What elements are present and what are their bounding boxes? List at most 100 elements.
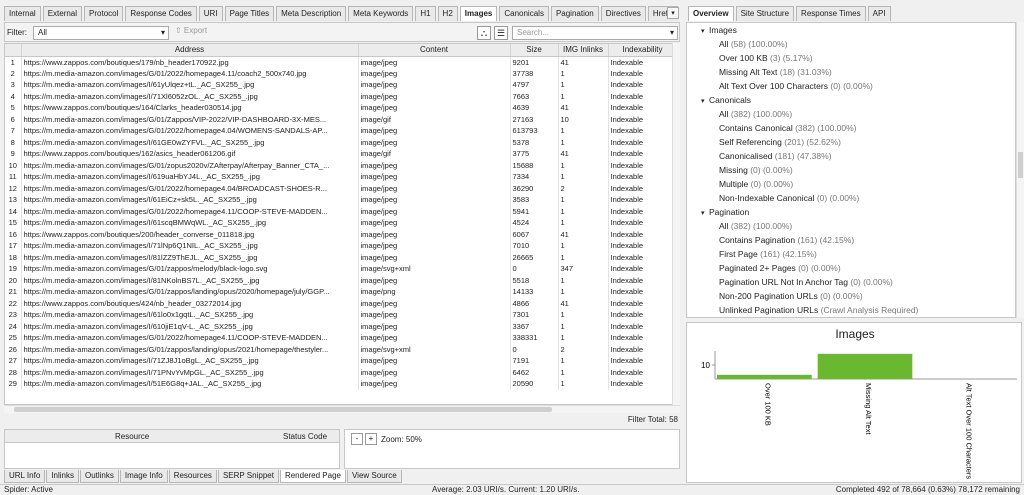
overview-item-over-100-kb[interactable]: Over 100 KB (3) (5.17%) — [687, 51, 1015, 65]
table-row[interactable]: 9 https://www.zappos.com/boutiques/162/as… — [5, 148, 678, 160]
tab-external[interactable]: External — [42, 6, 83, 21]
expand-triangle-icon[interactable]: ▾ — [701, 207, 709, 221]
table-row[interactable]: 15 https://m.media-amazon.com/images/I/61… — [5, 217, 678, 229]
zoom-in-icon[interactable]: + — [365, 433, 377, 445]
table-row[interactable]: 14 https://m.media-amazon.com/images/G/01… — [5, 205, 678, 217]
tab-uri[interactable]: URI — [198, 6, 223, 21]
table-row[interactable]: 22 https://www.zappos.com/boutiques/424/n… — [5, 297, 678, 309]
resource-column-header[interactable]: Resource — [115, 432, 149, 441]
table-row[interactable]: 24 https://m.media-amazon.com/images/I/61… — [5, 320, 678, 332]
table-row[interactable]: 19 https://m.media-amazon.com/images/G/01… — [5, 263, 678, 275]
filter-dropdown[interactable]: All ▾ — [33, 26, 169, 40]
column-header-size[interactable]: Size — [510, 44, 559, 57]
tab-overview[interactable]: Overview — [688, 6, 734, 21]
tab-h1[interactable]: H1 — [415, 6, 436, 21]
expand-triangle-icon[interactable]: ▾ — [701, 95, 709, 109]
expand-triangle-icon[interactable]: ▾ — [701, 25, 709, 39]
tab-url-info[interactable]: URL Info — [4, 470, 46, 483]
section-canonicals[interactable]: ▾ Canonicals — [687, 93, 1015, 107]
overview-item-self-referencing[interactable]: Self Referencing (201) (52.62%) — [687, 135, 1015, 149]
tab-inlinks[interactable]: Inlinks — [46, 470, 79, 483]
tab-internal[interactable]: Internal — [4, 6, 41, 21]
tab-serp-snippet[interactable]: SERP Snippet — [217, 470, 279, 483]
section-images[interactable]: ▾ Images — [687, 23, 1015, 37]
tab-view-source[interactable]: View Source — [346, 470, 402, 483]
tab-site-structure[interactable]: Site Structure — [735, 6, 795, 21]
tab-images[interactable]: Images — [459, 6, 498, 21]
tab-api[interactable]: API — [867, 6, 891, 21]
table-horizontal-scrollbar[interactable] — [4, 405, 680, 413]
table-row[interactable]: 20 https://m.media-amazon.com/images/I/81… — [5, 274, 678, 286]
table-row[interactable]: 27 https://m.media-amazon.com/images/I/71… — [5, 355, 678, 367]
scroll-thumb[interactable] — [14, 407, 552, 412]
overview-item-alt-text-over-100-characters[interactable]: Alt Text Over 100 Characters (0) (0.00%) — [687, 79, 1015, 93]
table-row[interactable]: 6 https://m.media-amazon.com/images/G/01/… — [5, 113, 678, 125]
overview-item-canonicalised[interactable]: Canonicalised (181) (47.38%) — [687, 149, 1015, 163]
scroll-thumb[interactable] — [1018, 152, 1023, 178]
overview-item-non-200-pagination-urls[interactable]: Non-200 Pagination URLs (0) (0.00%) — [687, 289, 1015, 303]
column-header-content[interactable]: Content — [358, 44, 511, 57]
overview-item-pagination-url-not-in-anchor-tag[interactable]: Pagination URL Not In Anchor Tag (0) (0.… — [687, 275, 1015, 289]
table-vertical-scrollbar[interactable] — [672, 43, 680, 405]
table-row[interactable]: 18 https://m.media-amazon.com/images/I/81… — [5, 251, 678, 263]
overview-item-missing[interactable]: Missing (0) (0.00%) — [687, 163, 1015, 177]
zoom-out-icon[interactable]: - — [351, 433, 363, 445]
overview-item-all[interactable]: All (58) (100.00%) — [687, 37, 1015, 51]
tree-view-icon[interactable]: ⛬ — [477, 26, 491, 40]
table-row[interactable]: 26 https://m.media-amazon.com/images/G/01… — [5, 343, 678, 355]
overview-scrollbar[interactable] — [1016, 22, 1024, 318]
overview-item-multiple[interactable]: Multiple (0) (0.00%) — [687, 177, 1015, 191]
export-button[interactable]: ⇧ Export — [175, 26, 207, 35]
overview-item-all[interactable]: All (382) (100.00%) — [687, 219, 1015, 233]
column-header-address[interactable]: Address — [21, 44, 359, 57]
tab-meta-keywords[interactable]: Meta Keywords — [348, 6, 414, 21]
overview-item-first-page[interactable]: First Page (161) (42.15%) — [687, 247, 1015, 261]
overview-item-missing-alt-text[interactable]: Missing Alt Text (18) (31.03%) — [687, 65, 1015, 79]
tab-response-codes[interactable]: Response Codes — [125, 6, 197, 21]
overview-item-contains-canonical[interactable]: Contains Canonical (382) (100.00%) — [687, 121, 1015, 135]
tab-response-times[interactable]: Response Times — [796, 6, 866, 21]
table-row[interactable]: 7 https://m.media-amazon.com/images/G/01/… — [5, 125, 678, 137]
search-input[interactable]: Search... ▾ — [512, 26, 678, 40]
overview-item-unlinked-pagination-urls[interactable]: Unlinked Pagination URLs (Crawl Analysis… — [687, 303, 1015, 317]
table-row[interactable]: 4 https://m.media-amazon.com/images/I/71X… — [5, 90, 678, 102]
tab-pagination[interactable]: Pagination — [550, 6, 599, 21]
overview-item-paginated-2-pages[interactable]: Paginated 2+ Pages (0) (0.00%) — [687, 261, 1015, 275]
section-pagination[interactable]: ▾ Pagination — [687, 205, 1015, 219]
status-code-column-header[interactable]: Status Code — [283, 432, 327, 441]
column-header-img-inlinks[interactable]: IMG Inlinks — [558, 44, 609, 57]
table-row[interactable]: 12 https://m.media-amazon.com/images/G/01… — [5, 182, 678, 194]
tab-resources[interactable]: Resources — [168, 470, 217, 483]
list-view-icon[interactable]: ☰ — [494, 26, 508, 40]
tab-overflow-chevron-icon[interactable]: ▾ — [667, 7, 679, 19]
table-row[interactable]: 23 https://m.media-amazon.com/images/I/61… — [5, 309, 678, 321]
table-row[interactable]: 29 https://m.media-amazon.com/images/I/51… — [5, 378, 678, 390]
tab-outlinks[interactable]: Outlinks — [79, 470, 119, 483]
tab-meta-description[interactable]: Meta Description — [276, 6, 347, 21]
table-row[interactable]: 17 https://m.media-amazon.com/images/I/71… — [5, 240, 678, 252]
table-row[interactable]: 28 https://m.media-amazon.com/images/I/71… — [5, 366, 678, 378]
table-row[interactable]: 13 https://m.media-amazon.com/images/I/61… — [5, 194, 678, 206]
tab-page-titles[interactable]: Page Titles — [224, 6, 275, 21]
column-header-index[interactable] — [5, 44, 22, 57]
tab-image-info[interactable]: Image Info — [119, 470, 168, 483]
table-row[interactable]: 10 https://m.media-amazon.com/images/G/01… — [5, 159, 678, 171]
tab-rendered-page[interactable]: Rendered Page — [279, 470, 346, 483]
column-header-indexability[interactable]: Indexability — [608, 44, 678, 57]
overview-item-non-indexable-canonical[interactable]: Non-Indexable Canonical (0) (0.00%) — [687, 191, 1015, 205]
table-row[interactable]: 3 https://m.media-amazon.com/images/I/61y… — [5, 79, 678, 91]
table-row[interactable]: 21 https://m.media-amazon.com/images/G/01… — [5, 286, 678, 298]
table-row[interactable]: 8 https://m.media-amazon.com/images/I/61G… — [5, 136, 678, 148]
tab-protocol[interactable]: Protocol — [84, 6, 124, 21]
table-row[interactable]: 16 https://www.zappos.com/boutiques/200/h… — [5, 228, 678, 240]
table-row[interactable]: 1 https://www.zappos.com/boutiques/179/nb… — [5, 56, 678, 68]
overview-item-all[interactable]: All (382) (100.00%) — [687, 107, 1015, 121]
table-row[interactable]: 2 https://m.media-amazon.com/images/G/01/… — [5, 67, 678, 79]
table-row[interactable]: 25 https://m.media-amazon.com/images/G/01… — [5, 332, 678, 344]
tab-canonicals[interactable]: Canonicals — [499, 6, 549, 21]
overview-item-contains-pagination[interactable]: Contains Pagination (161) (42.15%) — [687, 233, 1015, 247]
tab-h2[interactable]: H2 — [437, 6, 458, 21]
tab-directives[interactable]: Directives — [600, 6, 646, 21]
table-row[interactable]: 5 https://www.zappos.com/boutiques/164/Cl… — [5, 102, 678, 114]
table-row[interactable]: 11 https://m.media-amazon.com/images/I/61… — [5, 171, 678, 183]
